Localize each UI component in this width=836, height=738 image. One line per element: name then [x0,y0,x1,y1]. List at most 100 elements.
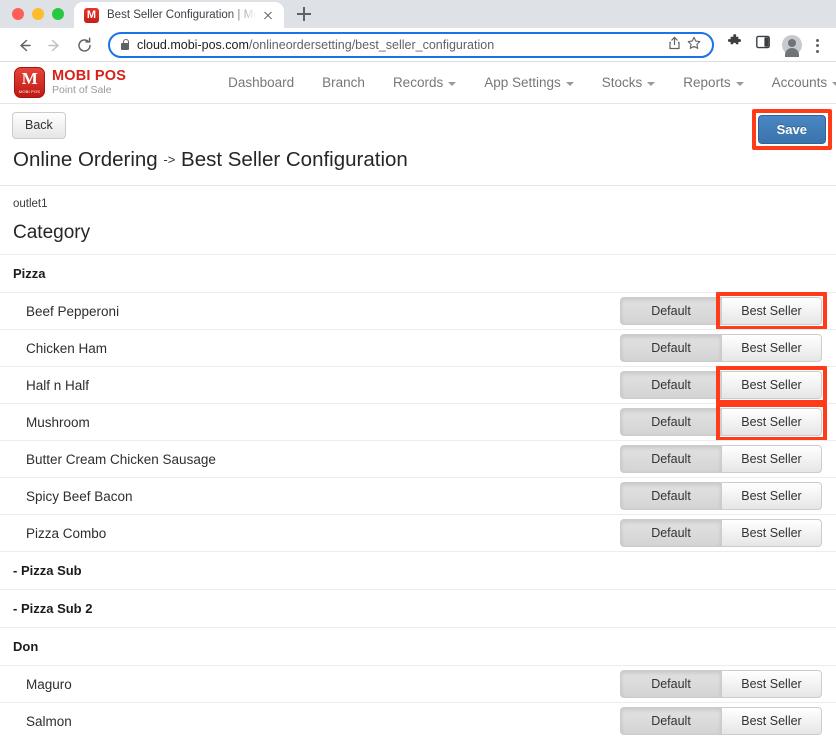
item-name: Mushroom [26,414,90,430]
arrow-left-icon[interactable] [10,31,38,59]
nav-label: Accounts [771,75,828,90]
best-seller-toggle-group: Default Best Seller [620,706,822,736]
item-name: Half n Half [26,377,90,393]
item-name: Chicken Ham [26,340,108,356]
table-row: Chicken Ham Default Best Seller [0,329,836,366]
side-panel-icon[interactable] [750,31,776,59]
default-option-button[interactable]: Default [620,296,721,326]
best-seller-toggle-group: Default Best Seller [620,365,827,405]
table-row: Butter Cream Chicken Sausage Default Best … [0,440,836,477]
logo-letter: M [21,69,38,88]
puzzle-piece-icon[interactable] [722,31,748,59]
address-bar[interactable]: cloud.mobi-pos.com/onlineordersetting/be… [108,31,714,58]
best-seller-toggle-group: Default Best Seller [620,291,827,331]
tab-strip: M Best Seller Configuration | Mobi [0,0,836,28]
close-window-button[interactable] [12,8,24,20]
nav-item-branch[interactable]: Branch [308,75,379,90]
chevron-down-icon [647,81,656,86]
window-controls [0,0,74,28]
best-seller-option-button[interactable]: Best Seller [721,407,822,437]
default-option-button[interactable]: Default [620,370,721,400]
default-option-button[interactable]: Default [620,706,721,736]
outlet-label: outlet1 [13,198,48,210]
best-seller-toggle-group: Default Best Seller [620,518,822,548]
save-button[interactable]: Save [757,115,826,144]
best-seller-option-button[interactable]: Best Seller [721,706,822,736]
arrow-right-icon[interactable] [40,31,68,59]
nav-label: Branch [322,75,365,90]
default-option-button[interactable]: Default [620,518,721,548]
default-option-button[interactable]: Default [620,407,721,437]
save-button-highlight: Save [751,109,832,150]
back-button[interactable]: Back [12,112,66,139]
reload-icon[interactable] [70,31,98,59]
brand-text: MOBI POS Point of Sale [52,69,126,95]
brand[interactable]: M MOBI POS MOBI POS Point of Sale [14,67,126,98]
category-list: Pizza Beef Pepperoni Default Best Seller Chi… [0,254,836,736]
page-title: Category [13,222,91,243]
url-text: cloud.mobi-pos.com/onlineordersetting/be… [137,38,664,52]
breadcrumb-current: Best Seller Configuration [181,148,408,171]
nav-item-dashboard[interactable]: Dashboard [214,75,308,90]
table-row: Mushroom Default Best Seller [0,402,836,442]
kebab-menu-icon[interactable] [808,31,826,59]
nav-label: Records [392,75,444,90]
item-name: Salmon [26,713,72,729]
share-icon[interactable] [664,36,684,53]
best-seller-toggle-group: Default Best Seller [620,333,822,363]
nav-item-reports[interactable]: Reports [669,75,757,90]
item-name: Spicy Beef Bacon [26,488,133,504]
table-row: Half n Half Default Best Seller [0,365,836,405]
item-name: Maguro [26,676,72,692]
default-option-button[interactable]: Default [620,333,721,363]
mobi-pos-favicon: M [84,7,99,23]
category-group-header: Don [0,627,836,665]
best-seller-option-button[interactable]: Best Seller [721,444,822,474]
table-row: Maguro Default Best Seller [0,665,836,702]
chevron-down-icon [735,81,744,86]
best-seller-toggle-group: Default Best Seller [620,481,822,511]
app-navbar: M MOBI POS MOBI POS Point of Sale Dashbo… [0,62,836,104]
best-seller-toggle-group: Default Best Seller [620,444,822,474]
nav-label: Reports [683,75,731,90]
browser-tab[interactable]: M Best Seller Configuration | Mobi [74,2,284,28]
category-group-header: - Pizza Sub [0,551,836,589]
breadcrumb-arrow: -> [163,152,176,167]
nav-label: App Settings [484,75,561,90]
table-row: Pizza Combo Default Best Seller [0,514,836,551]
best-seller-option-button[interactable]: Best Seller [721,518,822,548]
maximize-window-button[interactable] [52,8,64,20]
nav-label: Dashboard [228,75,295,90]
item-name: Butter Cream Chicken Sausage [26,451,216,467]
star-icon[interactable] [684,36,704,53]
close-icon[interactable] [260,7,276,23]
avatar-icon[interactable] [782,34,802,57]
browser-window: M Best Seller Configuration | Mobi cloud… [0,0,836,738]
chevron-down-icon [448,81,457,86]
default-option-button[interactable]: Default [620,444,721,474]
best-seller-option-button[interactable]: Best Seller [721,669,822,699]
breadcrumb: Online Ordering -> Best Seller Configura… [0,148,836,172]
nav-item-accounts[interactable]: Accounts [758,75,836,90]
table-row: Spicy Beef Bacon Default Best Seller [0,477,836,514]
best-seller-option-button[interactable]: Best Seller [721,481,822,511]
category-group-header: - Pizza Sub 2 [0,589,836,627]
nav-item-app-settings[interactable]: App Settings [470,75,588,90]
browser-toolbar: cloud.mobi-pos.com/onlineordersetting/be… [0,28,836,62]
chevron-down-icon [832,81,836,86]
breadcrumb-parent[interactable]: Online Ordering [13,148,158,171]
best-seller-option-button[interactable]: Best Seller [721,296,822,326]
minimize-window-button[interactable] [32,8,44,20]
nav-item-stocks[interactable]: Stocks [588,75,670,90]
plus-icon[interactable] [290,0,318,28]
best-seller-option-button[interactable]: Best Seller [721,370,822,400]
item-name: Beef Pepperoni [26,303,120,319]
default-option-button[interactable]: Default [620,669,721,699]
best-seller-toggle-group: Default Best Seller [620,669,822,699]
default-option-button[interactable]: Default [620,481,721,511]
nav-item-records[interactable]: Records [379,75,470,90]
action-row: Back Save [0,104,836,150]
best-seller-option-button[interactable]: Best Seller [721,333,822,363]
brand-title: MOBI POS [52,68,127,85]
table-row: Salmon Default Best Seller [0,702,836,736]
